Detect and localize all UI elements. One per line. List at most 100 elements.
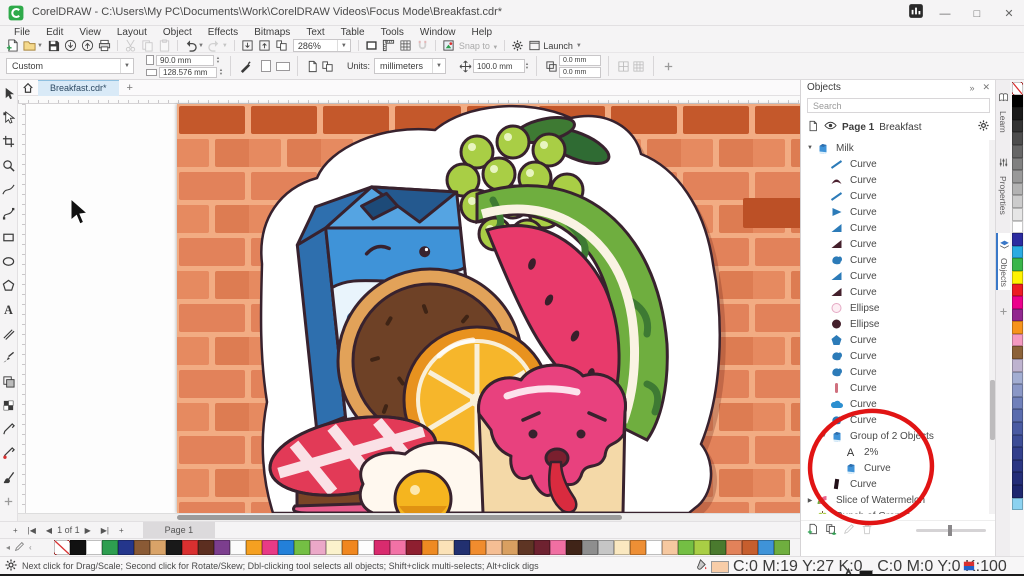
color-swatch[interactable] [1012, 208, 1023, 221]
portrait-button[interactable] [261, 60, 271, 72]
freehand-tool[interactable] [1, 182, 16, 197]
color-swatch[interactable] [390, 540, 406, 555]
color-swatch[interactable] [598, 540, 614, 555]
color-swatch[interactable] [134, 540, 150, 555]
docker-tab-learn[interactable]: Learn [998, 86, 1009, 137]
object-tree-row[interactable]: ▼Group of 2 Objects [801, 428, 989, 444]
chart-app-icon[interactable] [908, 3, 924, 24]
color-swatch[interactable] [774, 540, 790, 555]
color-swatch[interactable] [86, 540, 102, 555]
polygon-tool[interactable] [1, 278, 16, 293]
color-swatch[interactable] [1012, 132, 1023, 145]
color-swatch[interactable] [294, 540, 310, 555]
tree-expander-icon[interactable]: ▼ [805, 145, 815, 151]
color-swatch[interactable] [358, 540, 374, 555]
object-tree-row[interactable]: Ellipse [801, 300, 989, 316]
options-gear-button[interactable] [509, 39, 526, 53]
color-swatch[interactable] [70, 540, 86, 555]
color-swatch[interactable] [486, 540, 502, 555]
vertical-ruler[interactable] [18, 104, 26, 513]
crop-tool[interactable] [1, 134, 16, 149]
layer-visibility-eye-icon[interactable] [824, 119, 837, 135]
object-tree-row[interactable]: Curve [801, 348, 989, 364]
pattern-tool[interactable] [1, 398, 16, 413]
document-page[interactable]: 2% [177, 104, 800, 513]
last-page-button[interactable]: ▶| [101, 526, 109, 535]
color-swatch[interactable] [1012, 271, 1023, 284]
fill-status[interactable]: C:0 M:19 Y:27 K:0 [694, 558, 863, 576]
menu-file[interactable]: File [6, 27, 38, 38]
object-tree-row[interactable]: Ellipse [801, 316, 989, 332]
maximize-button[interactable]: □ [966, 8, 988, 20]
object-tree-row[interactable]: ▶Slice of Watermelon [801, 492, 989, 508]
color-swatch[interactable] [1012, 498, 1023, 511]
color-swatch[interactable] [438, 540, 454, 555]
panel-collapse-icon[interactable]: » [969, 83, 974, 93]
welcome-button[interactable] [440, 39, 457, 53]
menu-layout[interactable]: Layout [109, 27, 155, 38]
menu-tools[interactable]: Tools [373, 27, 412, 38]
object-tree-row[interactable]: Curve [801, 332, 989, 348]
color-swatch[interactable] [422, 540, 438, 555]
color-swatch[interactable] [1012, 372, 1023, 385]
color-swatch[interactable] [758, 540, 774, 555]
tree-expander-icon[interactable]: ▶ [805, 497, 815, 504]
color-proof-icon[interactable] [962, 559, 976, 576]
color-swatch[interactable] [1012, 485, 1023, 498]
menu-object[interactable]: Object [155, 27, 200, 38]
thumbnail-size-slider[interactable] [916, 529, 986, 532]
jam-toast[interactable] [479, 365, 626, 513]
new-master-layer-icon[interactable] [825, 522, 837, 540]
add-docker-button[interactable] [998, 304, 1009, 322]
open-folder-button[interactable]: ▼ [21, 39, 45, 53]
first-page-button[interactable]: |◀ [28, 526, 36, 535]
color-swatch[interactable] [518, 540, 534, 555]
menu-window[interactable]: Window [412, 27, 464, 38]
units-select[interactable]: millimeters▼ [374, 58, 446, 74]
undo-button[interactable]: ▼ [182, 39, 206, 53]
object-tree-row[interactable]: Curve [801, 380, 989, 396]
color-swatch[interactable] [326, 540, 342, 555]
object-tree-row[interactable]: Curve [801, 252, 989, 268]
color-swatch[interactable] [630, 540, 646, 555]
color-swatch[interactable] [150, 540, 166, 555]
angle-pen-icon[interactable] [238, 59, 253, 74]
palette-pen-icon[interactable] [14, 541, 25, 554]
color-swatch[interactable] [1012, 359, 1023, 372]
page-height-field[interactable]: 128.576 mm [159, 67, 217, 78]
horizontal-scrollbar[interactable] [18, 513, 800, 521]
import-arrow-button[interactable] [62, 39, 79, 53]
duplicate-y-field[interactable]: 0.0 mm [559, 67, 601, 78]
color-swatch[interactable] [1012, 258, 1023, 271]
object-tree-row[interactable]: Curve [801, 284, 989, 300]
object-tree-row[interactable]: Curve [801, 396, 989, 412]
color-swatch[interactable] [1012, 158, 1023, 171]
menu-edit[interactable]: Edit [38, 27, 71, 38]
previous-page-button[interactable]: ◀ [46, 526, 52, 535]
print-button[interactable] [96, 39, 113, 53]
color-swatch[interactable] [742, 540, 758, 555]
close-button[interactable]: ✕ [998, 7, 1020, 20]
color-swatch[interactable] [214, 540, 230, 555]
object-tree-row[interactable]: Curve [801, 460, 989, 476]
color-swatch[interactable] [454, 540, 470, 555]
duplicate-x-field[interactable]: 0.0 mm [559, 55, 601, 66]
full-screen-preview-button[interactable] [363, 39, 380, 53]
export-arrow-button[interactable] [79, 39, 96, 53]
color-swatch[interactable] [374, 540, 390, 555]
status-gear-icon[interactable] [4, 558, 18, 576]
minimize-button[interactable]: — [934, 8, 956, 20]
color-swatch[interactable] [310, 540, 326, 555]
next-page-button[interactable]: ▶ [85, 526, 91, 535]
add-property-icon[interactable] [661, 59, 676, 74]
new-document-button[interactable] [4, 39, 21, 53]
no-color-swatch[interactable] [1012, 82, 1023, 95]
add-tools-tool[interactable] [1, 494, 16, 509]
panel-close-icon[interactable]: ✕ [982, 82, 990, 93]
zoom-level-combo[interactable]: 286%▼ [293, 39, 351, 52]
object-tree-row[interactable]: Curve [801, 156, 989, 172]
color-swatch[interactable] [1012, 195, 1023, 208]
color-swatch[interactable] [1012, 284, 1023, 297]
menu-view[interactable]: View [71, 27, 109, 38]
color-swatch[interactable] [1012, 221, 1023, 234]
